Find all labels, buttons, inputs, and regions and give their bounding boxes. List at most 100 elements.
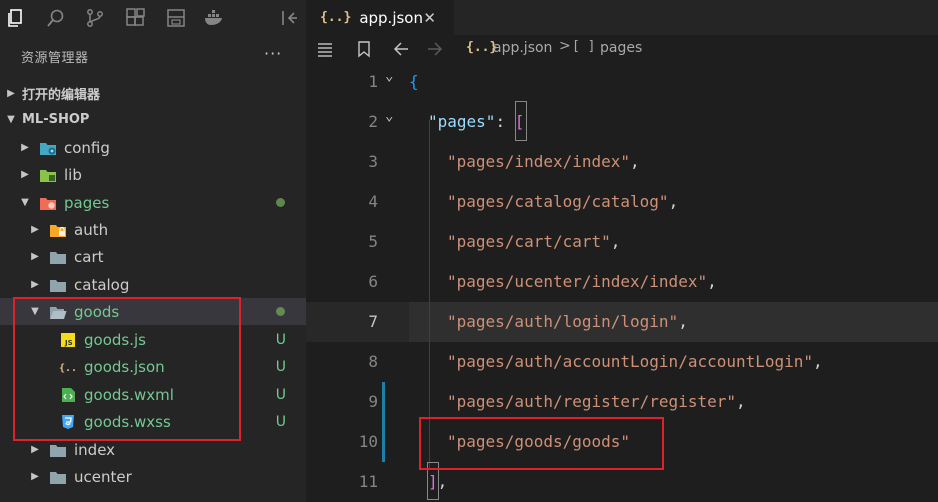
search-icon[interactable] xyxy=(45,7,67,29)
json-file-icon: {..} xyxy=(320,10,352,25)
fold-chevron-icon[interactable]: ⌄ xyxy=(385,108,393,124)
fold-chevron-icon[interactable]: ⌄ xyxy=(385,68,393,84)
tree-item-lib[interactable]: ▶ lib xyxy=(0,161,306,188)
editor-pane: {..} app.json ✕ {..} app.json > [ ] page… xyxy=(306,0,938,502)
chevron-right-icon: ▶ xyxy=(31,279,39,290)
line-number: 6 xyxy=(368,272,378,291)
code-line-current[interactable]: 7 "pages/auth/login/login", xyxy=(306,302,938,342)
chevron-right-icon: ▶ xyxy=(7,87,15,99)
docker-icon[interactable] xyxy=(203,7,225,29)
tree-item-cart[interactable]: ▶ cart xyxy=(0,243,306,270)
more-actions-button[interactable]: ··· xyxy=(264,44,282,63)
tree-item-ucenter[interactable]: ▶ ucenter xyxy=(0,463,306,490)
lib-folder-icon xyxy=(38,167,58,183)
line-number: 3 xyxy=(368,152,378,171)
json-comma: , xyxy=(813,352,823,371)
untracked-badge: U xyxy=(275,331,286,348)
json-comma: , xyxy=(630,152,640,171)
chevron-right-icon: ▶ xyxy=(31,251,39,262)
line-number: 10 xyxy=(358,432,378,451)
line-number: 5 xyxy=(368,232,378,251)
chevron-right-icon: ▶ xyxy=(31,471,39,482)
tree-item-label: cart xyxy=(74,247,104,266)
bookmark-icon[interactable] xyxy=(354,39,374,59)
tab-bar: {..} app.json ✕ xyxy=(306,0,938,35)
tree-item-pages[interactable]: ▼ pages xyxy=(0,189,306,216)
code-line[interactable]: 3 "pages/index/index", xyxy=(306,142,938,182)
list-icon[interactable] xyxy=(315,39,335,59)
explorer-title: 资源管理器 xyxy=(21,51,89,66)
code-line[interactable]: 2 ⌄ "pages": [ xyxy=(306,102,938,142)
breadcrumb-symbol[interactable]: pages xyxy=(600,40,642,56)
config-folder-icon xyxy=(38,140,58,156)
json-colon: : xyxy=(495,112,515,131)
array-symbol-icon: [ ] xyxy=(572,39,596,54)
tree-item-config[interactable]: ▶ config xyxy=(0,134,306,161)
code-text: "pages/index/index", xyxy=(447,152,640,171)
tree-item-label: pages xyxy=(64,193,110,212)
code-text: "pages/auth/login/login", xyxy=(447,312,688,331)
pages-folder-icon xyxy=(38,195,58,211)
chevron-right-icon: ▶ xyxy=(31,444,39,455)
json-comma: , xyxy=(707,272,717,291)
code-text: "pages": [ xyxy=(428,112,524,131)
tree-item-label: lib xyxy=(64,165,82,184)
untracked-badge: U xyxy=(275,358,286,375)
breadcrumb: {..} app.json > [ ] pages xyxy=(306,35,938,63)
tree-item-auth[interactable]: ▶ auth xyxy=(0,216,306,243)
extensions-icon[interactable] xyxy=(124,7,146,29)
code-line[interactable]: 4 "pages/catalog/catalog", xyxy=(306,182,938,222)
folder-icon xyxy=(48,249,68,265)
annotation-highlight-box xyxy=(13,297,241,441)
code-text: "pages/catalog/catalog", xyxy=(447,192,678,211)
tree-item-label: ucenter xyxy=(74,467,132,486)
code-line[interactable]: 8 "pages/auth/accountLogin/accountLogin"… xyxy=(306,342,938,382)
remote-explorer-icon[interactable] xyxy=(165,7,187,29)
tree-item-catalog[interactable]: ▶ catalog xyxy=(0,271,306,298)
untracked-badge: U xyxy=(275,413,286,430)
line-number: 11 xyxy=(358,472,378,491)
code-text: "pages/auth/accountLogin/accountLogin", xyxy=(447,352,823,371)
folder-icon xyxy=(48,277,68,293)
code-line[interactable]: 6 "pages/ucenter/index/index", xyxy=(306,262,938,302)
explorer-sidebar: 资源管理器 ··· ▶ 打开的编辑器 ▼ ML-SHOP ▶ config ▶ … xyxy=(0,0,306,502)
json-key: "pages" xyxy=(428,112,496,131)
gutter-change-marker xyxy=(382,382,385,462)
chevron-right-icon: ▶ xyxy=(31,224,39,235)
line-number: 4 xyxy=(368,192,378,211)
collapse-panel-icon[interactable] xyxy=(278,7,300,29)
line-number: 8 xyxy=(368,352,378,371)
workspace-label: ML-SHOP xyxy=(22,111,90,127)
json-comma: , xyxy=(678,312,688,331)
json-string: "pages/auth/login/login" xyxy=(447,312,679,331)
folder-icon xyxy=(48,469,68,485)
tree-item-label: config xyxy=(64,138,110,157)
code-text: "pages/cart/cart", xyxy=(447,232,620,251)
tree-item-label: catalog xyxy=(74,275,130,294)
line-number: 1 xyxy=(368,72,378,91)
tab-label: app.json xyxy=(359,8,423,27)
code-line[interactable]: 5 "pages/cart/cart", xyxy=(306,222,938,262)
close-icon[interactable]: ✕ xyxy=(423,9,436,27)
json-string: "pages/auth/accountLogin/accountLogin" xyxy=(447,352,814,371)
open-editors-section[interactable]: ▶ 打开的编辑器 xyxy=(0,80,306,106)
source-control-icon[interactable] xyxy=(84,7,106,29)
tree-item-label: index xyxy=(74,440,116,459)
line-number: 7 xyxy=(368,312,378,331)
back-arrow-icon[interactable] xyxy=(391,39,411,59)
json-comma: , xyxy=(437,472,448,491)
code-line[interactable]: 9 "pages/auth/register/register", xyxy=(306,382,938,422)
json-string: "pages/auth/register/register" xyxy=(447,392,736,411)
workspace-section[interactable]: ▼ ML-SHOP xyxy=(0,106,306,132)
code-line[interactable]: 1 ⌄ { xyxy=(306,62,938,102)
forward-arrow-icon[interactable] xyxy=(425,39,445,59)
tree-item-label: auth xyxy=(74,220,109,239)
json-comma: , xyxy=(735,392,746,411)
code-text: { xyxy=(409,72,419,91)
activity-bar xyxy=(0,0,306,36)
code-text: "pages/ucenter/index/index", xyxy=(447,272,717,291)
json-string: "pages/cart/cart" xyxy=(447,232,611,251)
tab-app-json[interactable]: {..} app.json ✕ xyxy=(306,0,454,35)
breadcrumb-file[interactable]: app.json xyxy=(493,40,552,56)
files-icon[interactable] xyxy=(5,7,27,29)
